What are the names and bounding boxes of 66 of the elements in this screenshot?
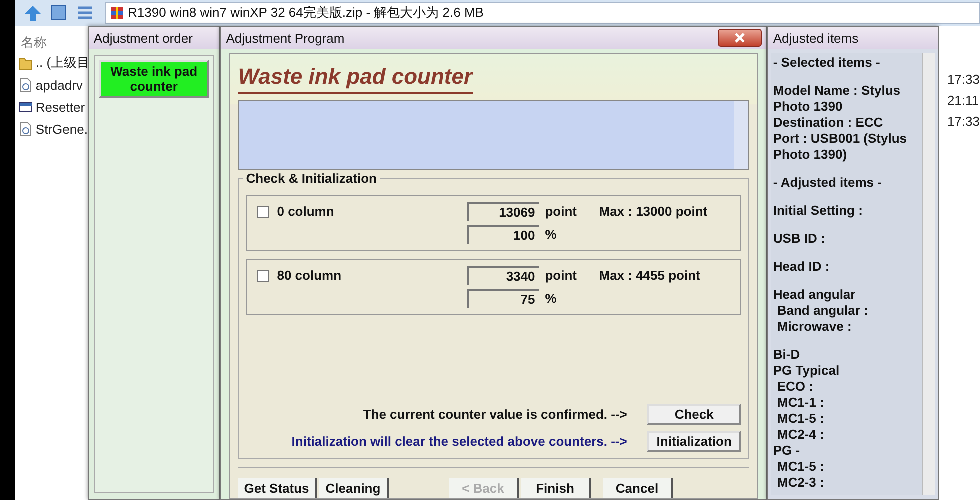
list-line: MC2-4 : <box>776 427 826 443</box>
archive-icon <box>110 6 124 20</box>
percent-field: 100 <box>467 225 540 244</box>
checkbox[interactable] <box>257 270 270 282</box>
point-field: 13069 <box>467 202 540 221</box>
close-button[interactable] <box>718 29 762 47</box>
up-arrow-icon[interactable] <box>23 4 43 22</box>
window-icon <box>18 100 33 114</box>
list-line: Port : USB001 (Stylus Photo 1390) <box>773 131 908 163</box>
file-item[interactable]: StrGene. <box>14 118 88 140</box>
list-view-icon[interactable] <box>75 4 95 22</box>
group-title: Check & Initialization <box>243 171 380 186</box>
folder-icon <box>18 56 33 70</box>
scrollbar[interactable] <box>922 53 936 495</box>
close-icon <box>735 33 746 43</box>
file-item[interactable]: apdadrv <box>14 74 88 96</box>
list-line: MC1-5 : <box>776 459 826 475</box>
list-line: Bi-D <box>773 347 802 363</box>
list-line: PG - <box>773 443 802 459</box>
max-label: Max : 4455 point <box>599 268 702 283</box>
list-line: Head angular <box>773 287 857 303</box>
menu-item[interactable]: Waste ink pad counter <box>98 60 210 98</box>
list-line: MC1-1 : <box>776 395 826 411</box>
unit-label: point <box>544 204 578 219</box>
list-line: Head ID : <box>773 259 831 275</box>
file-time: 21:11 <box>947 93 980 108</box>
page-heading: Waste ink pad counter <box>238 64 473 94</box>
point-field: 3340 <box>467 266 540 285</box>
list-line: - Adjusted items - <box>773 175 883 191</box>
counter-label: 0 column <box>277 204 334 219</box>
list-line: ECO : <box>776 379 814 395</box>
footer-button[interactable]: Cleaning <box>319 478 390 498</box>
check-button[interactable]: Check <box>647 404 742 425</box>
window-title: Adjusted items <box>768 27 938 49</box>
window-title: Adjustment order <box>88 27 220 49</box>
footer-button[interactable]: Cancel <box>603 478 674 498</box>
percent-field: 75 <box>467 289 540 308</box>
list-line: MC2-3 : <box>776 475 826 491</box>
initialization-button[interactable]: Initialization <box>647 431 742 452</box>
list-line: Initial Setting : <box>773 203 864 219</box>
file-item[interactable]: Resetter <box>14 96 88 118</box>
list-line: Band angular : <box>776 303 870 319</box>
footer-button[interactable]: Get Status <box>238 478 318 498</box>
unit-label: point <box>544 268 578 283</box>
list-line: - Selected items - <box>773 55 882 71</box>
file-item[interactable]: .. (上级目 <box>14 52 88 74</box>
column-header[interactable]: 名称 <box>14 34 88 52</box>
counter-label: 80 column <box>277 268 342 283</box>
list-line: PG Typical <box>773 363 841 379</box>
file-time: 17:33 <box>947 114 980 129</box>
list-line: MC1-5 : <box>776 411 826 427</box>
path-field[interactable]: R1390 win8 win7 winXP 32 64完美版.zip - 解包大小为 2.6 MB <box>105 2 980 24</box>
unit-label: % <box>544 227 558 242</box>
initialization-hint: Initialization will clear the selected above counters. --> <box>290 434 628 449</box>
file-time: 17:33 <box>947 72 980 87</box>
square-view-icon[interactable] <box>49 4 69 22</box>
list-line: Microwave : <box>776 319 853 335</box>
max-label: Max : 13000 point <box>599 204 709 219</box>
unit-label: % <box>544 291 558 306</box>
list-line: Model Name : Stylus Photo 1390 <box>773 83 902 115</box>
window-title: Adjustment Program <box>226 30 345 46</box>
footer-button[interactable]: Finish <box>521 478 592 498</box>
check-hint: The current counter value is confirmed. --> <box>362 407 628 422</box>
checkbox[interactable] <box>257 206 270 218</box>
list-line: Destination : ECC <box>773 115 884 131</box>
list-line: USB ID : <box>773 231 826 247</box>
